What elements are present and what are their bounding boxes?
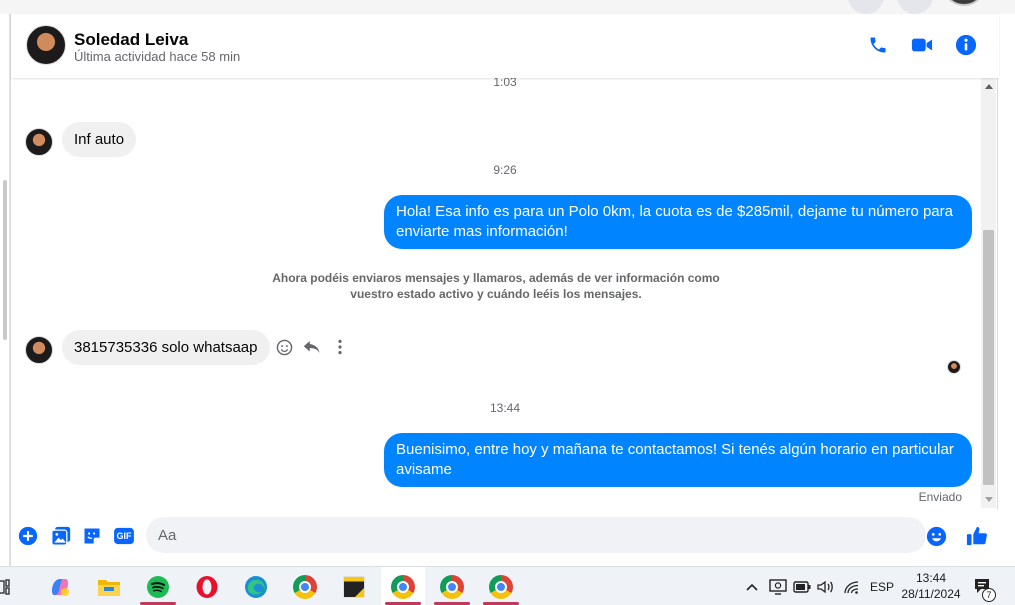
sender-avatar[interactable]	[25, 128, 53, 156]
chat-window: Soledad Leiva Última actividad hace 58 m…	[10, 14, 999, 566]
chrome-icon[interactable]	[283, 567, 327, 605]
task-view-icon[interactable]	[0, 567, 22, 605]
emoji-react-icon[interactable]	[275, 338, 293, 356]
notification-center-icon[interactable]: 7	[973, 567, 996, 605]
video-camera-icon[interactable]	[911, 34, 933, 56]
chrome-icon[interactable]	[479, 567, 523, 605]
page-scrollbar-thumb[interactable]	[3, 180, 7, 340]
system-notice: Ahora podéis enviaros mensajes y llamaro…	[272, 271, 720, 301]
info-icon[interactable]	[955, 34, 977, 56]
gallery-icon[interactable]	[50, 525, 72, 547]
chrome-icon[interactable]	[430, 567, 474, 605]
reply-icon[interactable]	[303, 338, 321, 356]
last-active-status: Última actividad hace 58 min	[74, 49, 241, 64]
emoji-icon[interactable]	[925, 525, 947, 547]
page-right-edge	[998, 14, 1015, 566]
chrome-icon[interactable]	[381, 567, 425, 605]
chat-header: Soledad Leiva Última actividad hace 58 m…	[11, 14, 999, 78]
taskbar-clock[interactable]: 13:44 28/11/2024	[893, 570, 969, 602]
timestamp: 1:03	[493, 78, 517, 89]
opera-icon[interactable]	[185, 567, 229, 605]
updates-icon[interactable]	[769, 567, 787, 605]
edge-icon[interactable]	[234, 567, 278, 605]
wifi-icon[interactable]	[843, 567, 859, 605]
message-input[interactable]	[146, 517, 926, 553]
file-explorer-icon[interactable]	[87, 567, 131, 605]
battery-icon[interactable]	[793, 567, 811, 605]
message-list: 1:03 Inf auto 9:26 Hola! Esa info es par…	[11, 78, 999, 508]
clock-time: 13:44	[915, 571, 947, 585]
contact-avatar[interactable]	[26, 25, 66, 65]
phone-icon[interactable]	[867, 34, 889, 56]
page-left-edge	[0, 14, 10, 566]
sent-status: Enviado	[918, 490, 962, 504]
sender-avatar[interactable]	[25, 336, 53, 364]
message-actions	[275, 338, 349, 356]
scroll-up-arrow-icon[interactable]	[985, 84, 993, 89]
windows-taskbar: ESP 13:44 28/11/2024 7	[0, 566, 1015, 605]
plus-icon[interactable]	[17, 525, 39, 547]
spotify-icon[interactable]	[136, 567, 180, 605]
top-notifications-button[interactable]	[897, 0, 933, 14]
read-receipt-avatar	[947, 360, 961, 374]
message-composer: GIF	[11, 510, 999, 566]
copilot-icon[interactable]	[38, 567, 82, 605]
like-icon[interactable]	[966, 525, 988, 547]
screen: Soledad Leiva Última actividad hace 58 m…	[0, 0, 1015, 605]
scroll-down-arrow-icon[interactable]	[985, 497, 993, 502]
gif-icon[interactable]: GIF	[112, 525, 136, 547]
scrollbar-thumb[interactable]	[983, 230, 994, 485]
chrome-logo	[391, 574, 415, 599]
contact-name[interactable]: Soledad Leiva	[74, 30, 188, 50]
chrome-logo	[293, 574, 317, 599]
top-menu-button[interactable]	[848, 0, 884, 14]
more-options-icon[interactable]	[331, 338, 349, 356]
incoming-message[interactable]: 3815735336 solo whatsaap	[62, 330, 270, 365]
browser-top-strip	[0, 0, 1015, 14]
gif-label: GIF	[116, 531, 132, 541]
chrome-logo	[440, 574, 464, 599]
incoming-message[interactable]: Inf auto	[62, 122, 137, 157]
clock-date: 28/11/2024	[901, 587, 961, 601]
chrome-logo	[489, 574, 513, 599]
sticker-icon[interactable]	[81, 525, 103, 547]
timestamp: 13:44	[489, 401, 521, 415]
volume-icon[interactable]	[817, 567, 835, 605]
notification-count-badge: 7	[982, 588, 996, 602]
show-hidden-icons-chevron-up-icon[interactable]	[746, 567, 758, 605]
language-indicator[interactable]: ESP	[870, 567, 894, 605]
sticky-notes-icon[interactable]	[332, 567, 376, 605]
outgoing-message[interactable]: Buenisimo, entre hoy y mañana te contact…	[384, 433, 972, 487]
timestamp: 9:26	[493, 163, 517, 177]
outgoing-message[interactable]: Hola! Esa info es para un Polo 0km, la c…	[384, 195, 972, 249]
account-avatar[interactable]	[946, 0, 982, 6]
message-scrollbar[interactable]	[981, 78, 996, 508]
